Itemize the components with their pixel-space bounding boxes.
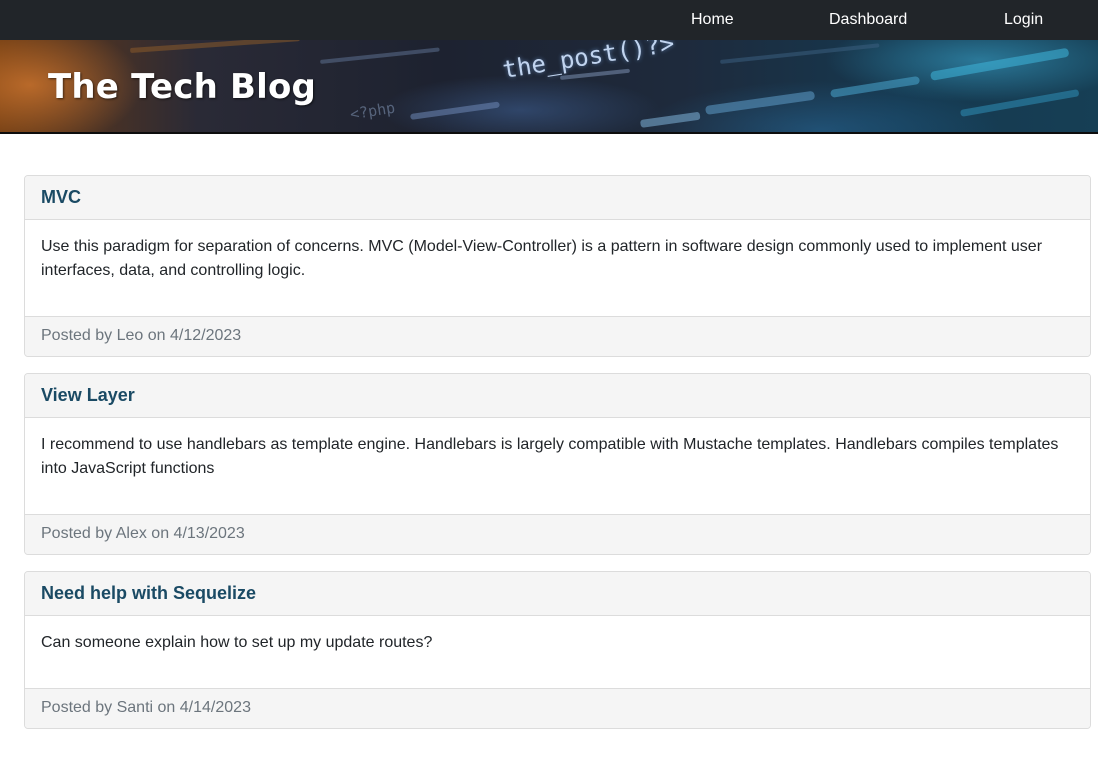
post-header: MVC: [25, 176, 1090, 220]
post-card: MVC Use this paradigm for separation of …: [24, 175, 1091, 357]
post-date: 4/12/2023: [170, 327, 242, 344]
posted-on-label: on: [157, 699, 176, 716]
post-title-link[interactable]: View Layer: [41, 374, 1074, 416]
posted-on-label: on: [147, 327, 166, 344]
post-body: I recommend to use handlebars as templat…: [41, 436, 1059, 477]
post-header: Need help with Sequelize: [25, 572, 1090, 616]
post-card: View Layer I recommend to use handlebars…: [24, 373, 1091, 555]
posted-by-label: Posted by: [41, 699, 113, 716]
post-date: 4/14/2023: [179, 699, 251, 716]
post-header: View Layer: [25, 374, 1090, 418]
posted-by-label: Posted by: [41, 525, 113, 542]
post-footer: Posted by Alex on 4/13/2023: [25, 514, 1090, 554]
top-navbar: Home Dashboard Login: [0, 0, 1098, 40]
posted-on-label: on: [151, 525, 170, 542]
post-author: Alex: [115, 525, 147, 542]
post-footer: Posted by Leo on 4/12/2023: [25, 316, 1090, 356]
post-card: Need help with Sequelize Can someone exp…: [24, 571, 1091, 729]
post-author: Leo: [116, 327, 144, 344]
post-date: 4/13/2023: [173, 525, 245, 542]
post-body: Use this paradigm for separation of conc…: [41, 238, 1043, 279]
nav-link-dashboard[interactable]: Dashboard: [829, 0, 907, 40]
post-title-link[interactable]: MVC: [41, 176, 1074, 218]
post-list: MVC Use this paradigm for separation of …: [24, 175, 1091, 745]
site-title: The Tech Blog: [48, 67, 317, 107]
post-body: Can someone explain how to set up my upd…: [41, 634, 433, 651]
post-author: Santi: [116, 699, 154, 716]
post-footer: Posted by Santi on 4/14/2023: [25, 688, 1090, 728]
header-banner: <?php the_post()?> The Tech Blog: [0, 40, 1098, 134]
posted-by-label: Posted by: [41, 327, 113, 344]
nav-link-login[interactable]: Login: [1004, 0, 1043, 40]
nav-link-home[interactable]: Home: [691, 0, 734, 40]
post-title-link[interactable]: Need help with Sequelize: [41, 572, 1074, 614]
